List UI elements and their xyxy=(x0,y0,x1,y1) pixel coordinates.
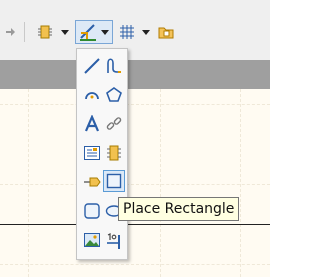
grid-line xyxy=(240,89,241,277)
component-icon[interactable] xyxy=(35,21,55,43)
grid-line xyxy=(28,89,29,277)
bezier-icon[interactable] xyxy=(104,56,124,76)
image-icon[interactable] xyxy=(82,230,102,250)
grid-line xyxy=(0,184,270,185)
place-shapes-dropdown xyxy=(76,48,128,260)
part-icon[interactable] xyxy=(104,143,124,163)
rectangle-icon[interactable] xyxy=(103,170,125,192)
schematic-canvas[interactable] xyxy=(0,89,270,277)
folder-icon[interactable] xyxy=(156,21,176,43)
toolbar-separator xyxy=(24,22,25,42)
line-icon[interactable] xyxy=(82,56,102,76)
grid-icon[interactable] xyxy=(117,21,137,43)
navigate-arrow-icon[interactable] xyxy=(3,21,17,43)
port-icon[interactable] xyxy=(82,172,102,192)
grid-line xyxy=(160,89,161,277)
pin-icon[interactable] xyxy=(104,230,124,250)
grid-line xyxy=(0,264,270,265)
chevron-down-icon[interactable] xyxy=(142,30,150,35)
tooltip: Place Rectangle xyxy=(118,197,240,221)
wire-line xyxy=(0,224,270,225)
text-icon[interactable] xyxy=(82,114,102,134)
link-icon[interactable] xyxy=(104,114,124,134)
chevron-down-icon[interactable] xyxy=(61,30,69,35)
rounded-rectangle-icon[interactable] xyxy=(82,201,102,221)
grid-line xyxy=(0,104,270,105)
panel-header-band xyxy=(0,60,270,89)
text-frame-icon[interactable] xyxy=(82,143,102,163)
arc-icon[interactable] xyxy=(82,85,102,105)
place-wire-tool-icon[interactable] xyxy=(78,21,98,43)
polygon-icon[interactable] xyxy=(104,85,124,105)
chevron-down-icon[interactable] xyxy=(101,30,109,35)
